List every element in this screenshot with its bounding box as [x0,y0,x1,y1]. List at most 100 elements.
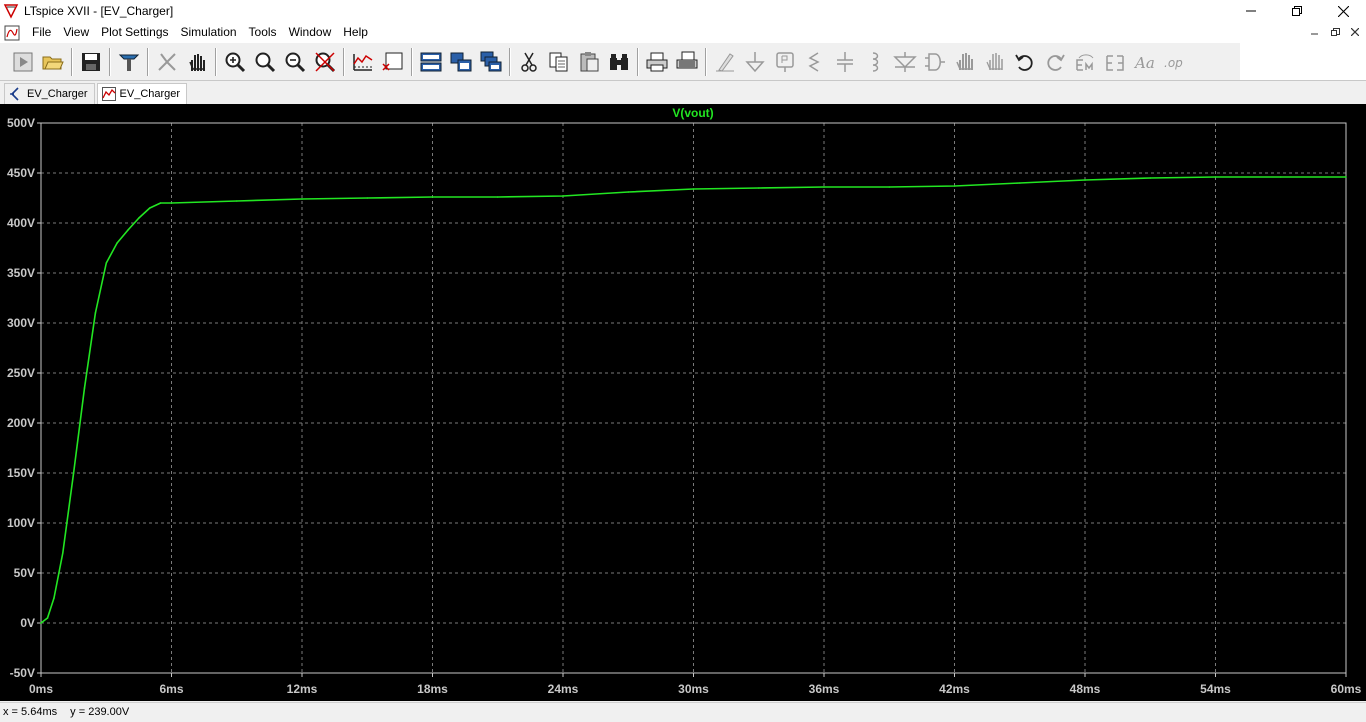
toolbar-separator [147,47,149,76]
waveform-chart[interactable]: 0ms 6ms 12ms 18ms 24ms 30ms 36ms 42ms 48ms 54ms 60… [0,104,1366,701]
mirror-button[interactable] [1100,47,1130,77]
waveform-plot-pane[interactable]: 0ms 6ms 12ms 18ms 24ms 30ms 36ms 42ms 48ms 54ms 60… [0,104,1366,701]
y-tick-label: 400V [7,216,35,230]
move-button[interactable] [950,47,980,77]
y-tick-label: 350V [7,266,35,280]
rotate-button[interactable] [1070,47,1100,77]
capacitor-button[interactable] [830,47,860,77]
copy-button[interactable] [544,47,574,77]
zoom-fit-icon [315,51,336,72]
document-icon[interactable] [4,25,20,41]
toolbar-separator [109,47,111,76]
tile-horizontal-button[interactable] [416,47,446,77]
undo-button[interactable] [1010,47,1040,77]
halt-button[interactable] [152,47,182,77]
undo-icon [1015,54,1033,71]
zoom-in-button[interactable] [220,47,250,77]
label-button[interactable] [770,47,800,77]
save-button[interactable] [76,47,106,77]
paste-button[interactable] [574,47,604,77]
component-button[interactable] [920,47,950,77]
trace-point [692,188,695,190]
close-icon [1351,28,1359,36]
tile-horizontal-icon [420,52,442,71]
window-title: LTspice XVII - [EV_Charger] [24,4,174,18]
run-button[interactable] [8,47,38,77]
zoom-area-button[interactable] [250,47,280,77]
x-tick-label: 0ms [29,682,53,696]
zoom-out-button[interactable] [280,47,310,77]
toolbar-separator [637,47,639,76]
trace-point [1280,176,1282,178]
close-button[interactable] [1320,0,1366,22]
find-icon [610,53,628,70]
restore-icon [1330,27,1340,36]
resistor-icon [808,51,820,72]
print-button[interactable] [642,47,672,77]
menu-tools[interactable]: Tools [243,22,283,43]
copy-icon [549,52,568,71]
plot-split-button[interactable] [378,47,408,77]
find-button[interactable] [604,47,634,77]
zoom-fit-button[interactable] [310,47,340,77]
trace-point [40,622,42,624]
menu-plot-settings[interactable]: Plot Settings [95,22,174,43]
zoom-area-icon [255,52,276,72]
autorange-icon [353,53,373,71]
tile-vertical-button[interactable] [446,47,476,77]
x-tick-label: 48ms [1070,682,1101,696]
open-button[interactable] [38,47,68,77]
spice-directive-button[interactable]: .op [1160,47,1190,77]
mdi-minimize-button[interactable] [1306,24,1324,40]
menu-simulation[interactable]: Simulation [175,22,243,43]
halt-icon [158,52,176,71]
menu-view[interactable]: View [57,22,95,43]
wire-button[interactable] [710,47,740,77]
minimize-button[interactable] [1228,0,1274,22]
cut-button[interactable] [514,47,544,77]
menu-window[interactable]: Window [283,22,338,43]
restore-button[interactable] [1274,0,1320,22]
x-tick-label: 18ms [417,682,448,696]
inductor-button[interactable] [860,47,890,77]
trace-label[interactable]: V(vout) [672,106,713,120]
trace-point [105,262,108,264]
mdi-restore-button[interactable] [1326,24,1344,40]
trace-point [562,195,564,197]
trace-point [1214,176,1217,178]
control-panel-button[interactable] [114,47,144,77]
trace-point [53,597,55,599]
tab-waveform[interactable]: EV_Charger [96,83,188,104]
cascade-button[interactable] [476,47,506,77]
redo-icon [1047,54,1065,71]
spice-directive-icon: .op [1164,56,1183,70]
ground-button[interactable] [740,47,770,77]
drag-button[interactable] [980,47,1010,77]
menu-file[interactable]: File [26,22,57,43]
resistor-button[interactable] [800,47,830,77]
label-icon [776,51,794,72]
autorange-button[interactable] [348,47,378,77]
pan-button[interactable] [182,47,212,77]
trace-point [46,617,49,619]
restore-icon [1292,6,1302,16]
menu-help[interactable]: Help [337,22,374,43]
x-tick-label: 30ms [678,682,709,696]
trace-point [149,207,151,209]
trace-point [1084,179,1086,181]
trace-point [138,217,140,219]
print-setup-button[interactable] [672,47,702,77]
diode-button[interactable] [890,47,920,77]
redo-button[interactable] [1040,47,1070,77]
text-button[interactable]: Aa [1130,47,1160,77]
toolbar-separator [705,47,707,76]
trace-point [888,186,891,188]
document-tab-bar: EV_Charger EV_Charger [0,82,1366,104]
mdi-close-button[interactable] [1346,24,1364,40]
trace-point [127,229,129,231]
plot-split-icon [382,52,403,71]
toolbar-empty-area [1240,43,1366,81]
mirror-icon [1106,54,1124,71]
trace-point [1149,177,1152,179]
tab-schematic[interactable]: EV_Charger [4,83,95,104]
